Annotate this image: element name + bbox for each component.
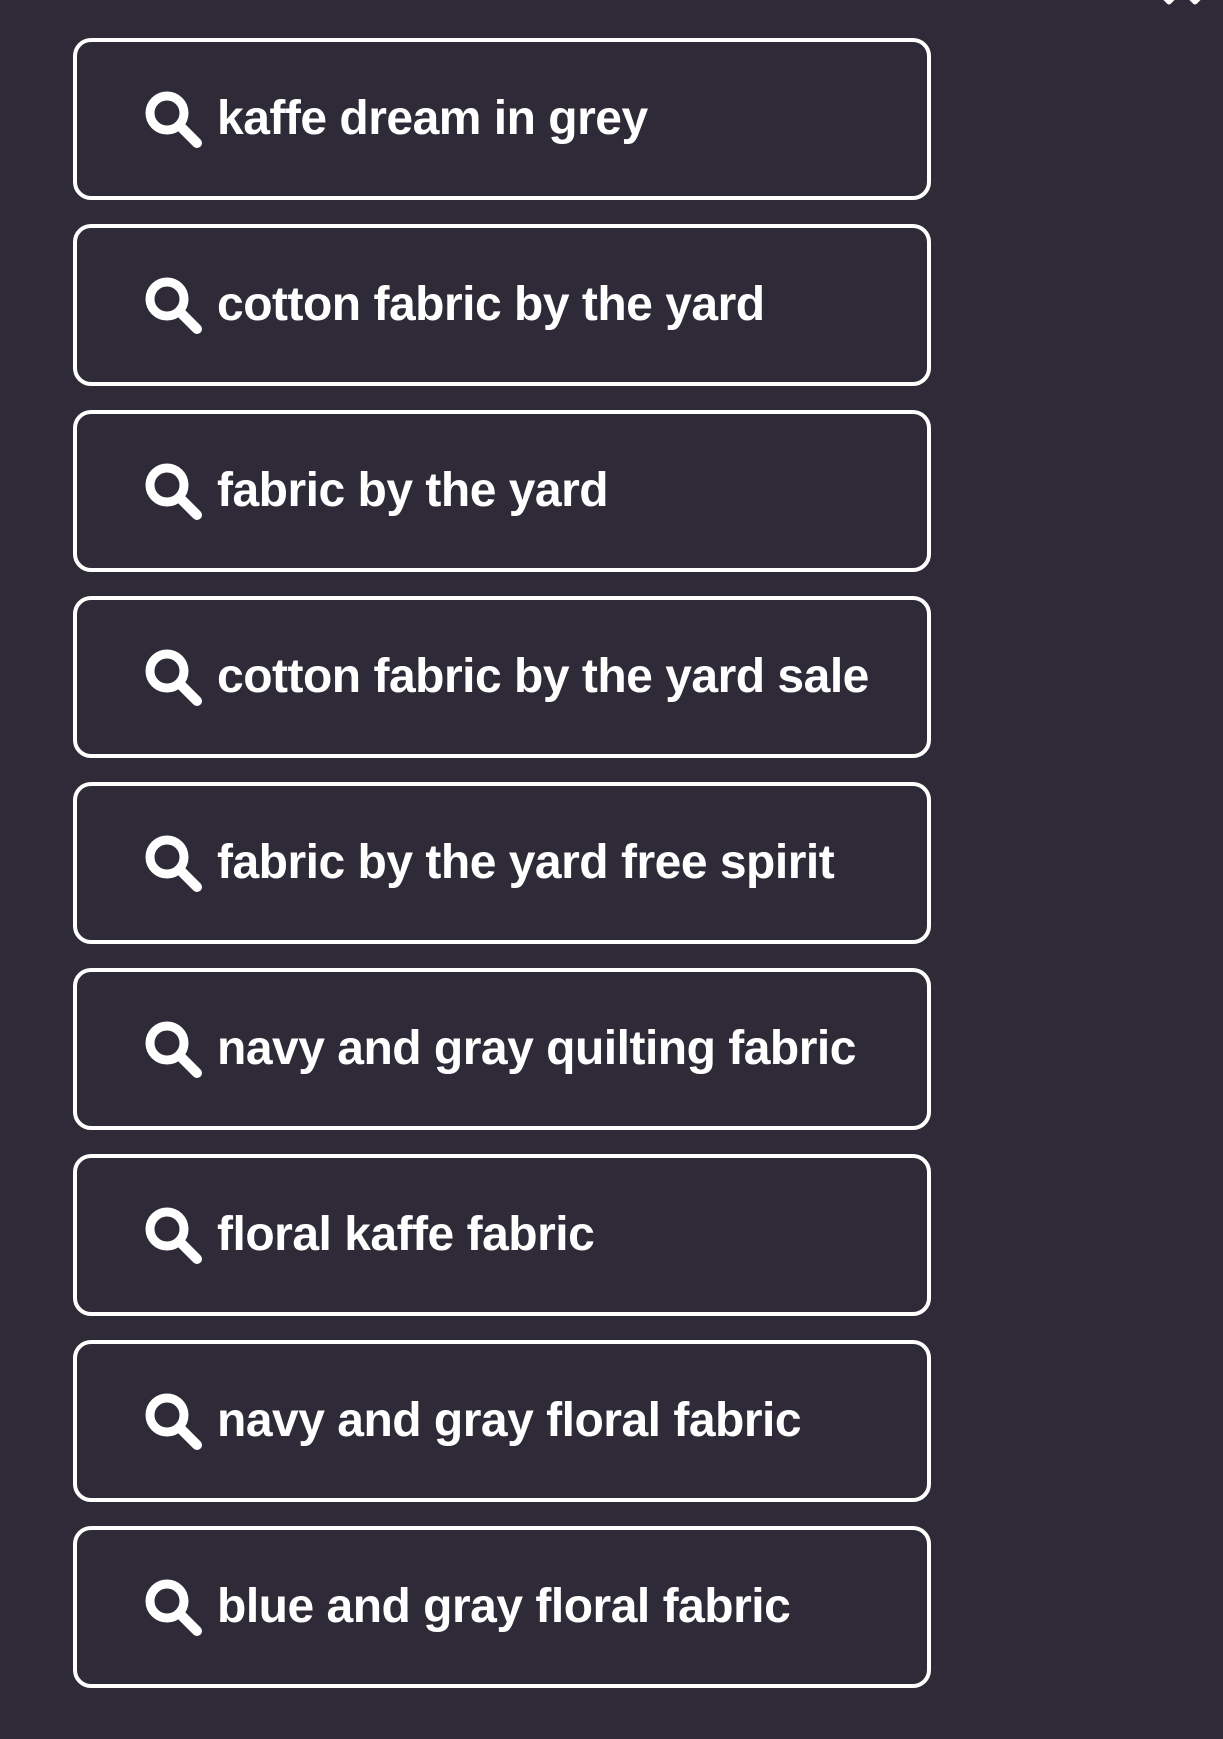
search-icon	[141, 1389, 205, 1453]
suggestion-chip[interactable]: fabric by the yard	[73, 410, 931, 572]
chevron-icon[interactable]	[1153, 0, 1209, 8]
suggestion-label: floral kaffe fabric	[217, 1208, 595, 1261]
suggestion-chip[interactable]: floral kaffe fabric	[73, 1154, 931, 1316]
search-suggestions-list: kaffe dream in grey cotton fabric by the…	[73, 38, 931, 1688]
search-icon	[141, 1575, 205, 1639]
suggestion-chip[interactable]: cotton fabric by the yard sale	[73, 596, 931, 758]
suggestion-chip[interactable]: blue and gray floral fabric	[73, 1526, 931, 1688]
search-icon	[141, 459, 205, 523]
suggestion-label: cotton fabric by the yard	[217, 278, 765, 331]
search-icon	[141, 831, 205, 895]
search-icon	[141, 273, 205, 337]
suggestion-label: kaffe dream in grey	[217, 92, 648, 145]
suggestion-label: blue and gray floral fabric	[217, 1580, 791, 1633]
suggestion-chip[interactable]: fabric by the yard free spirit	[73, 782, 931, 944]
search-icon	[141, 1017, 205, 1081]
suggestion-chip[interactable]: navy and gray quilting fabric	[73, 968, 931, 1130]
suggestion-chip[interactable]: kaffe dream in grey	[73, 38, 931, 200]
suggestion-label: navy and gray floral fabric	[217, 1394, 802, 1447]
suggestion-label: fabric by the yard free spirit	[217, 836, 835, 889]
search-icon	[141, 87, 205, 151]
search-icon	[141, 645, 205, 709]
suggestion-label: navy and gray quilting fabric	[217, 1022, 856, 1075]
suggestion-chip[interactable]: cotton fabric by the yard	[73, 224, 931, 386]
search-icon	[141, 1203, 205, 1267]
suggestion-label: cotton fabric by the yard sale	[217, 650, 869, 703]
suggestion-chip[interactable]: navy and gray floral fabric	[73, 1340, 931, 1502]
suggestion-label: fabric by the yard	[217, 464, 609, 517]
